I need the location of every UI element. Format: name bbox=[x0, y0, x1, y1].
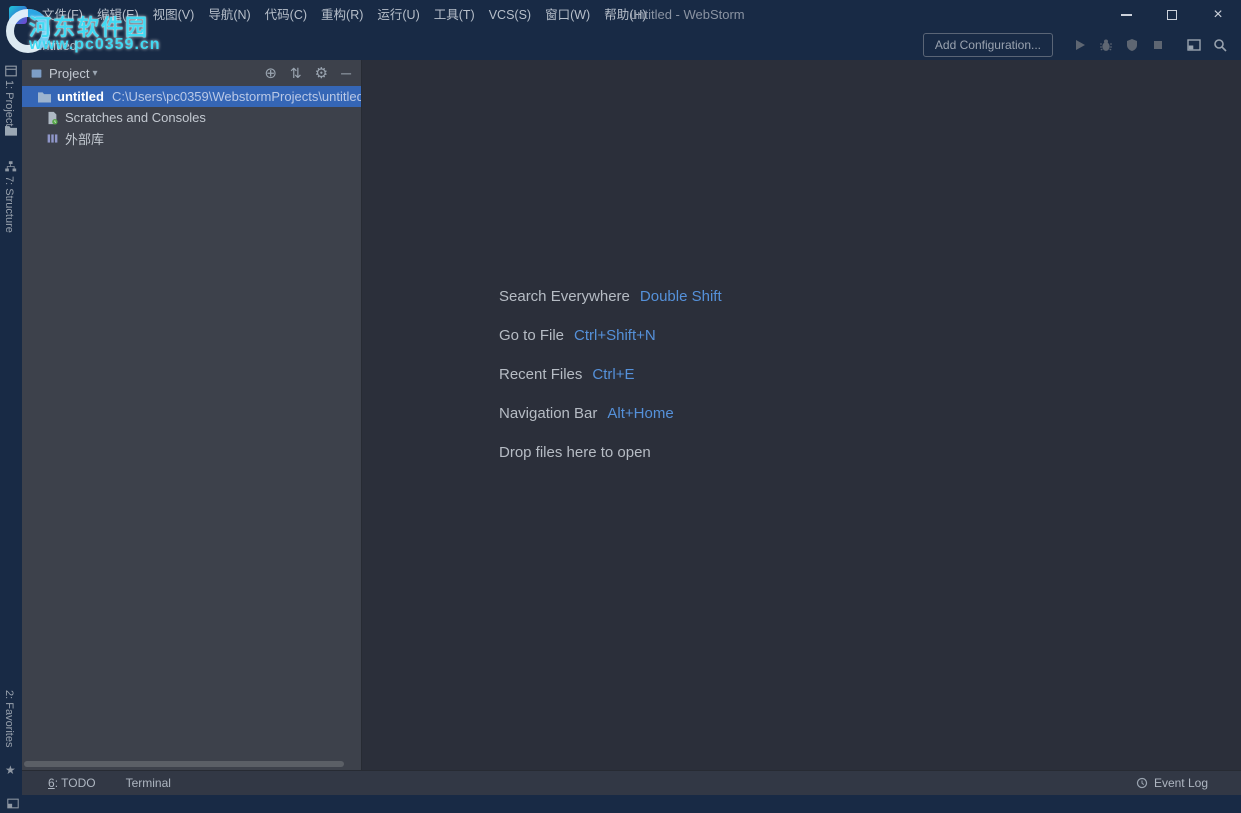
maximize-button[interactable] bbox=[1149, 0, 1195, 30]
event-log-label: Event Log bbox=[1154, 776, 1208, 790]
library-icon bbox=[44, 132, 60, 145]
menu-navigate[interactable]: 导航(N) bbox=[201, 0, 257, 30]
hint-label: Recent Files bbox=[499, 366, 582, 383]
shield-icon bbox=[1124, 37, 1140, 53]
content-column: Project ▾ ⊕ ⇅ ⚙ ─ bbox=[22, 60, 1241, 795]
menu-tools[interactable]: 工具(T) bbox=[427, 0, 482, 30]
window-controls: × bbox=[1103, 0, 1241, 30]
folder-icon[interactable] bbox=[4, 124, 18, 139]
stop-button[interactable] bbox=[1145, 33, 1171, 57]
todo-mnemonic: 6 bbox=[48, 776, 55, 790]
hint-keys: Ctrl+E bbox=[592, 366, 634, 383]
hint-go-to-file: Go to File Ctrl+Shift+N bbox=[499, 327, 722, 366]
tool-stripe-favorites[interactable]: 2: Favorites bbox=[3, 690, 15, 747]
tree-item-scratches[interactable]: Scratches and Consoles bbox=[22, 107, 361, 128]
stop-icon bbox=[1150, 37, 1166, 53]
menu-bar: 文件(F) 编辑(E) 视图(V) 导航(N) 代码(C) 重构(R) 运行(U… bbox=[35, 0, 654, 30]
webstorm-logo-icon bbox=[9, 6, 27, 24]
status-bar bbox=[0, 795, 1241, 813]
menu-code[interactable]: 代码(C) bbox=[258, 0, 314, 30]
tree-item-name: untitled bbox=[57, 89, 104, 104]
hint-recent-files: Recent Files Ctrl+E bbox=[499, 366, 722, 405]
tree-item-untitled[interactable]: untitled C:\Users\pc0359\WebstormProject… bbox=[22, 86, 361, 107]
play-icon bbox=[1072, 37, 1088, 53]
event-log-icon bbox=[1135, 776, 1149, 790]
menu-edit[interactable]: 编辑(E) bbox=[90, 0, 146, 30]
add-configuration-button[interactable]: Add Configuration... bbox=[923, 33, 1053, 57]
event-log-button[interactable]: Event Log bbox=[1135, 776, 1208, 790]
project-stripe-icon bbox=[4, 64, 18, 81]
horizontal-scrollbar[interactable] bbox=[24, 761, 344, 767]
hint-label: Search Everywhere bbox=[499, 288, 630, 305]
layout-button[interactable] bbox=[1181, 33, 1207, 57]
coverage-button[interactable] bbox=[1119, 33, 1145, 57]
project-panel-title[interactable]: Project bbox=[49, 66, 89, 81]
hint-search-everywhere: Search Everywhere Double Shift bbox=[499, 288, 722, 327]
hint-keys: Double Shift bbox=[640, 288, 722, 305]
run-button[interactable] bbox=[1067, 33, 1093, 57]
tree-item-name: 外部库 bbox=[65, 129, 104, 148]
menu-refactor[interactable]: 重构(R) bbox=[314, 0, 370, 30]
tool-stripe-project[interactable]: 1: Project bbox=[3, 80, 15, 126]
editor-area: Search Everywhere Double Shift Go to Fil… bbox=[362, 60, 1241, 770]
hint-drop-files: Drop files here to open bbox=[499, 444, 722, 483]
chevron-down-icon[interactable]: ▾ bbox=[92, 68, 97, 79]
titlebar: 文件(F) 编辑(E) 视图(V) 导航(N) 代码(C) 重构(R) 运行(U… bbox=[0, 0, 1241, 30]
toggle-toolwindows-icon[interactable] bbox=[6, 797, 20, 813]
main-toolbar: untitled Add Configuration... bbox=[0, 30, 1241, 60]
menu-run[interactable]: 运行(U) bbox=[370, 0, 426, 30]
project-panel-header: Project ▾ ⊕ ⇅ ⚙ ─ bbox=[22, 60, 361, 86]
tree-item-external-libraries[interactable]: 外部库 bbox=[22, 128, 361, 149]
project-tool-window: Project ▾ ⊕ ⇅ ⚙ ─ bbox=[22, 60, 362, 770]
todo-tool-button[interactable]: 6: TODO bbox=[48, 776, 96, 790]
structure-stripe-icon bbox=[4, 160, 17, 176]
work-row: Project ▾ ⊕ ⇅ ⚙ ─ bbox=[22, 60, 1241, 770]
search-everywhere-button[interactable] bbox=[1207, 33, 1233, 57]
terminal-label: Terminal bbox=[126, 776, 171, 790]
hint-keys: Alt+Home bbox=[607, 405, 673, 422]
collapse-all-icon[interactable]: ⇅ bbox=[290, 66, 302, 80]
terminal-tool-button[interactable]: Terminal bbox=[126, 776, 171, 790]
hide-panel-icon[interactable]: ─ bbox=[341, 66, 351, 80]
hint-label: Navigation Bar bbox=[499, 405, 597, 422]
bottom-tool-bar: 6: TODO Terminal Event Log bbox=[22, 770, 1241, 795]
todo-label: : TODO bbox=[55, 776, 96, 790]
menu-file[interactable]: 文件(F) bbox=[35, 0, 90, 30]
breadcrumb[interactable]: untitled bbox=[35, 38, 77, 53]
project-icon bbox=[30, 67, 43, 80]
menu-vcs[interactable]: VCS(S) bbox=[482, 0, 538, 30]
webstorm-window: 文件(F) 编辑(E) 视图(V) 导航(N) 代码(C) 重构(R) 运行(U… bbox=[0, 0, 1241, 813]
tree-item-path: C:\Users\pc0359\WebstormProjects\untitle… bbox=[112, 89, 361, 104]
hint-label: Drop files here to open bbox=[499, 444, 651, 461]
shortcut-hints: Search Everywhere Double Shift Go to Fil… bbox=[499, 288, 722, 483]
tree-item-name: Scratches and Consoles bbox=[65, 110, 206, 125]
star-icon[interactable]: ★ bbox=[5, 763, 16, 777]
hint-navigation-bar: Navigation Bar Alt+Home bbox=[499, 405, 722, 444]
folder-icon bbox=[36, 90, 52, 103]
left-tool-stripe: 1: Project 7: Structure 2: Favorites ★ bbox=[0, 60, 22, 795]
menu-view[interactable]: 视图(V) bbox=[146, 0, 202, 30]
menu-window[interactable]: 窗口(W) bbox=[538, 0, 597, 30]
tool-stripe-structure[interactable]: 7: Structure bbox=[3, 176, 15, 233]
main-area: 1: Project 7: Structure 2: Favorites ★ P… bbox=[0, 60, 1241, 795]
search-icon bbox=[1212, 37, 1228, 53]
close-icon: × bbox=[1213, 6, 1222, 24]
hint-label: Go to File bbox=[499, 327, 564, 344]
debug-button[interactable] bbox=[1093, 33, 1119, 57]
minimize-button[interactable] bbox=[1103, 0, 1149, 30]
minimize-icon bbox=[1121, 14, 1132, 16]
hint-keys: Ctrl+Shift+N bbox=[574, 327, 656, 344]
run-toolbar: Add Configuration... bbox=[923, 33, 1233, 57]
gear-icon[interactable]: ⚙ bbox=[315, 66, 328, 81]
panel-header-actions: ⊕ ⇅ ⚙ ─ bbox=[264, 66, 351, 81]
scratches-icon bbox=[44, 111, 60, 125]
project-tree: untitled C:\Users\pc0359\WebstormProject… bbox=[22, 86, 361, 149]
window-title: untitled - WebStorm bbox=[630, 0, 745, 30]
close-button[interactable]: × bbox=[1195, 0, 1241, 30]
maximize-icon bbox=[1167, 10, 1177, 20]
bug-icon bbox=[1098, 37, 1114, 53]
locate-icon[interactable]: ⊕ bbox=[264, 66, 277, 81]
layout-icon bbox=[1186, 37, 1202, 53]
